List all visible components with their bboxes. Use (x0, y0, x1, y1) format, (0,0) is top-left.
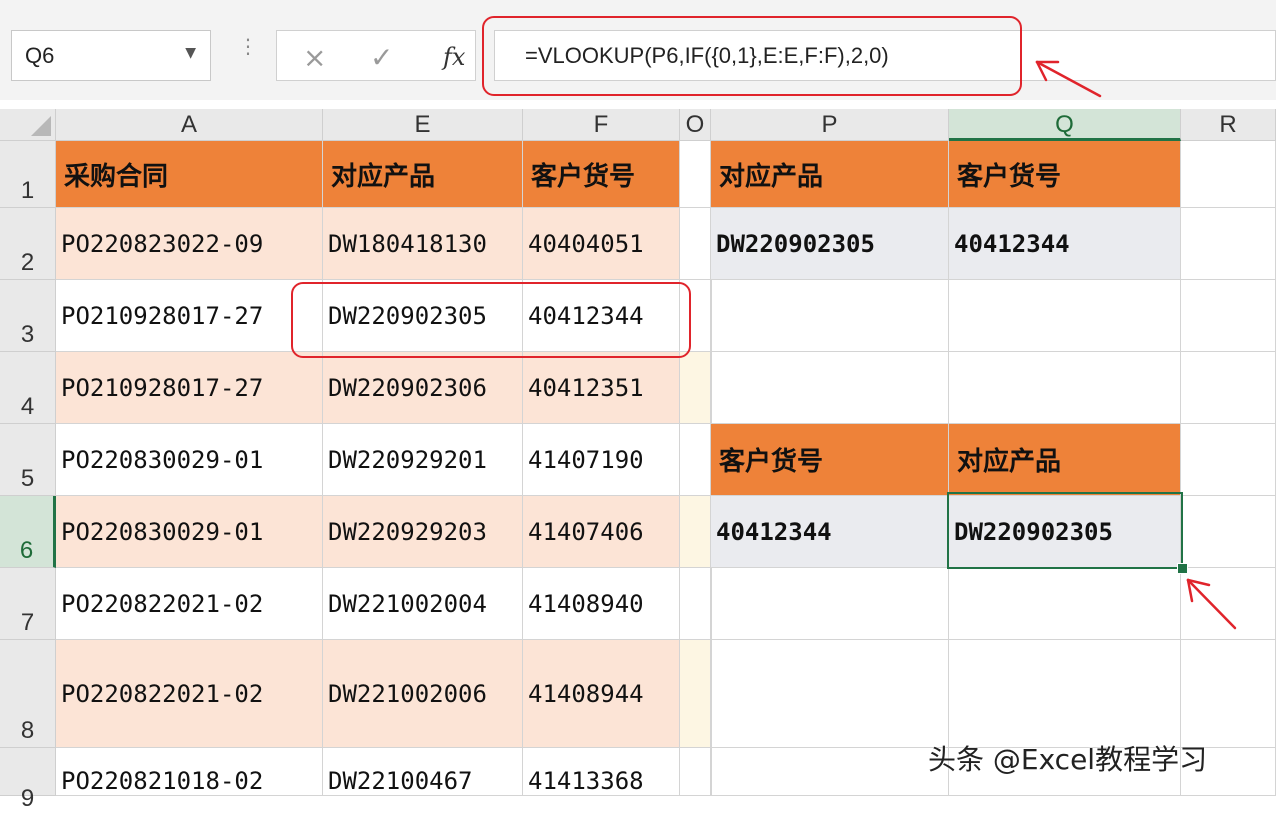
arrow-to-formula-icon (1035, 60, 1102, 98)
arrow-to-fill-handle-icon (1186, 578, 1237, 630)
annotation-arrows (1035, 60, 1237, 630)
watermark: 头条 @Excel教程学习 (928, 743, 1208, 776)
